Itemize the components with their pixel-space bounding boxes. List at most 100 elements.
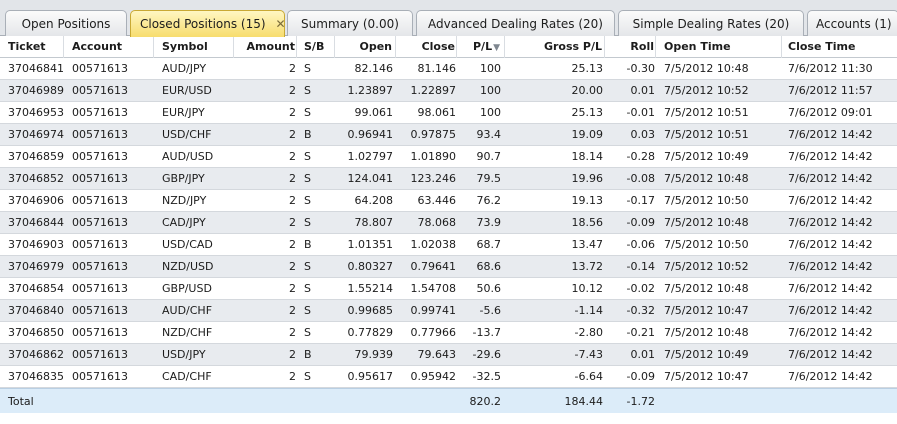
cell-open-time: 7/5/2012 10:52 xyxy=(664,84,749,97)
cell-sb: S xyxy=(304,260,311,273)
cell-ticket: 37046906 xyxy=(8,194,64,207)
tab-label: Simple Dealing Rates (20) xyxy=(632,16,790,31)
tab-label: Open Positions xyxy=(21,16,111,31)
cell-open-time: 7/5/2012 10:51 xyxy=(664,128,749,141)
cell-symbol: NZD/JPY xyxy=(162,194,207,207)
cell-sb: S xyxy=(304,304,311,317)
cell-pl: 100 xyxy=(480,106,501,119)
cell-roll: -0.30 xyxy=(626,62,655,75)
total-gross-pl: 184.44 xyxy=(564,395,604,408)
column-header-open-time[interactable]: Open Time xyxy=(656,36,782,58)
cell-open: 78.807 xyxy=(354,216,394,229)
column-header-open[interactable]: Open xyxy=(335,36,396,58)
cell-open: 124.041 xyxy=(347,172,394,185)
cell-symbol: NZD/CHF xyxy=(162,326,213,339)
cell-close: 78.068 xyxy=(417,216,457,229)
column-header-symbol[interactable]: Symbol xyxy=(154,36,234,58)
column-header-amount[interactable]: Amount xyxy=(234,36,297,58)
cell-pl: 90.7 xyxy=(476,150,502,163)
cell-sb: B xyxy=(304,348,312,361)
cell-amount: 2 xyxy=(289,194,296,207)
cell-open: 82.146 xyxy=(354,62,394,75)
cell-amount: 2 xyxy=(289,216,296,229)
cell-open-time: 7/5/2012 10:48 xyxy=(664,172,749,185)
table-row[interactable]: 37046906 00571613 NZD/JPY 2 S 64.208 63.446 76.… xyxy=(0,190,897,212)
cell-open: 1.55214 xyxy=(347,282,394,295)
table-row[interactable]: 37046850 00571613 NZD/CHF 2 S 0.77829 0.77966 -… xyxy=(0,322,897,344)
table-row[interactable]: 37046852 00571613 GBP/JPY 2 S 124.041 123.246 7… xyxy=(0,168,897,190)
column-header-ticket[interactable]: Ticket xyxy=(0,36,64,58)
column-header-roll[interactable]: Roll xyxy=(605,36,656,58)
tab-advanced-dealing-rates[interactable]: Advanced Dealing Rates (20) xyxy=(416,10,615,36)
column-header-close[interactable]: Close xyxy=(396,36,457,58)
cell-amount: 2 xyxy=(289,128,296,141)
cell-gross: -7.43 xyxy=(574,348,603,361)
cell-symbol: AUD/CHF xyxy=(162,304,213,317)
cell-account: 00571613 xyxy=(72,260,128,273)
table-row[interactable]: 37046835 00571613 CAD/CHF 2 S 0.95617 0.95942 -… xyxy=(0,366,897,388)
cell-close-time: 7/6/2012 14:42 xyxy=(788,194,873,207)
table-row[interactable]: 37046854 00571613 GBP/USD 2 S 1.55214 1.54708 5… xyxy=(0,278,897,300)
tab-open-positions[interactable]: Open Positions xyxy=(5,10,127,36)
cell-symbol: CAD/JPY xyxy=(162,216,206,229)
cell-ticket: 37046854 xyxy=(8,282,64,295)
cell-ticket: 37046979 xyxy=(8,260,64,273)
cell-close: 1.54708 xyxy=(410,282,457,295)
column-header-gross-pl[interactable]: Gross P/L xyxy=(505,36,605,58)
table-row[interactable]: 37046974 00571613 USD/CHF 2 B 0.96941 0.97875 9… xyxy=(0,124,897,146)
cell-roll: -0.06 xyxy=(626,238,655,251)
cell-close-time: 7/6/2012 14:42 xyxy=(788,172,873,185)
cell-account: 00571613 xyxy=(72,326,128,339)
column-header-close-time[interactable]: Close Time xyxy=(782,36,897,58)
cell-amount: 2 xyxy=(289,370,296,383)
cell-symbol: USD/JPY xyxy=(162,348,206,361)
cell-gross: 18.14 xyxy=(571,150,604,163)
cell-roll: 0.01 xyxy=(630,348,656,361)
tab-label: Summary (0.00) xyxy=(301,16,399,31)
cell-sb: B xyxy=(304,238,312,251)
cell-amount: 2 xyxy=(289,62,296,75)
cell-close: 81.146 xyxy=(417,62,457,75)
tab-simple-dealing-rates[interactable]: Simple Dealing Rates (20) xyxy=(618,10,804,36)
table-row[interactable]: 37046859 00571613 AUD/USD 2 S 1.02797 1.01890 9… xyxy=(0,146,897,168)
cell-sb: S xyxy=(304,150,311,163)
cell-ticket: 37046840 xyxy=(8,304,64,317)
cell-roll: -0.17 xyxy=(626,194,655,207)
cell-roll: -0.02 xyxy=(626,282,655,295)
column-header-pl[interactable]: P/L▼ xyxy=(457,36,505,58)
cell-account: 00571613 xyxy=(72,150,128,163)
cell-roll: -0.09 xyxy=(626,370,655,383)
tab-summary[interactable]: Summary (0.00) xyxy=(287,10,413,36)
tab-closed-positions[interactable]: Closed Positions (15) ✕ xyxy=(130,10,285,37)
cell-gross: 25.13 xyxy=(571,62,604,75)
cell-close: 0.97875 xyxy=(410,128,457,141)
column-header-sb[interactable]: S/B xyxy=(297,36,335,58)
table-row[interactable]: 37046840 00571613 AUD/CHF 2 S 0.99685 0.99741 -… xyxy=(0,300,897,322)
cell-open-time: 7/5/2012 10:49 xyxy=(664,150,749,163)
cell-close-time: 7/6/2012 14:42 xyxy=(788,238,873,251)
cell-account: 00571613 xyxy=(72,194,128,207)
table-row[interactable]: 37046979 00571613 NZD/USD 2 S 0.80327 0.79641 6… xyxy=(0,256,897,278)
tab-accounts[interactable]: Accounts (1) xyxy=(807,10,897,36)
cell-sb: B xyxy=(304,128,312,141)
cell-account: 00571613 xyxy=(72,282,128,295)
cell-pl: 100 xyxy=(480,84,501,97)
table-row[interactable]: 37046862 00571613 USD/JPY 2 B 79.939 79.643 -29… xyxy=(0,344,897,366)
cell-gross: 19.96 xyxy=(571,172,604,185)
cell-symbol: CAD/CHF xyxy=(162,370,212,383)
table-row[interactable]: 37046903 00571613 USD/CAD 2 B 1.01351 1.02038 6… xyxy=(0,234,897,256)
column-header-account[interactable]: Account xyxy=(64,36,154,58)
table-row[interactable]: 37046841 00571613 AUD/JPY 2 S 82.146 81.146 100… xyxy=(0,58,897,80)
cell-symbol: USD/CAD xyxy=(162,238,213,251)
cell-symbol: GBP/USD xyxy=(162,282,212,295)
close-icon[interactable]: ✕ xyxy=(276,17,284,31)
tab-label: Accounts (1) xyxy=(816,16,892,31)
cell-ticket: 37046844 xyxy=(8,216,64,229)
table-row[interactable]: 37046989 00571613 EUR/USD 2 S 1.23897 1.22897 1… xyxy=(0,80,897,102)
cell-pl: 68.7 xyxy=(476,238,502,251)
cell-open-time: 7/5/2012 10:51 xyxy=(664,106,749,119)
cell-symbol: AUD/USD xyxy=(162,150,214,163)
cell-amount: 2 xyxy=(289,304,296,317)
table-row[interactable]: 37046953 00571613 EUR/JPY 2 S 99.061 98.061 100… xyxy=(0,102,897,124)
table-row[interactable]: 37046844 00571613 CAD/JPY 2 S 78.807 78.068 73.… xyxy=(0,212,897,234)
